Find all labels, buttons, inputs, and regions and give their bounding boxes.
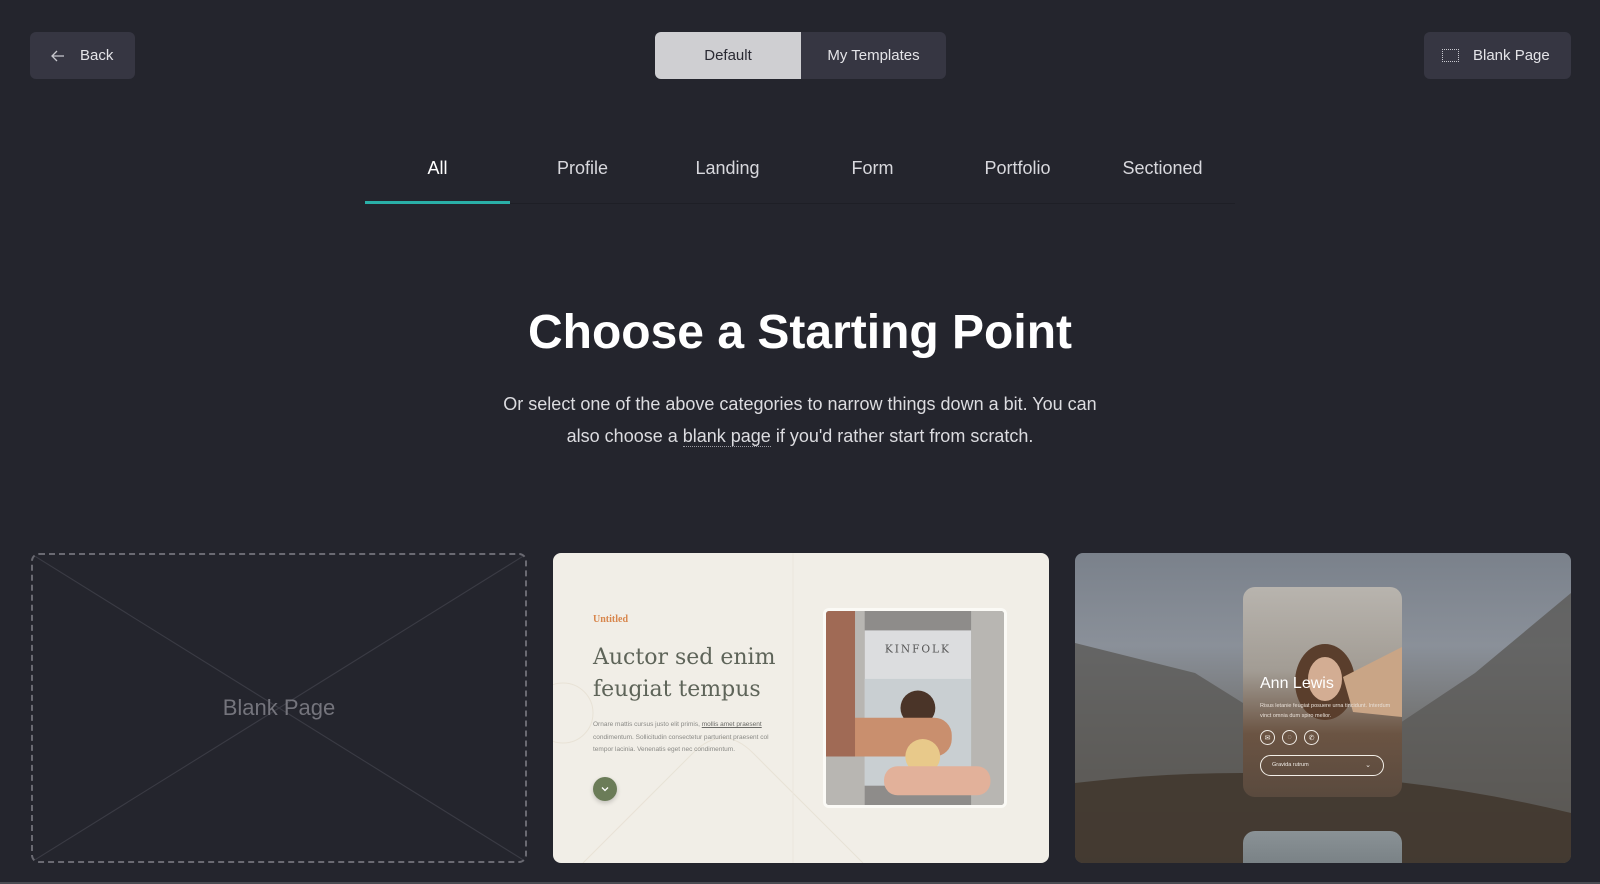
page-title: Choose a Starting Point [527,306,1073,359]
subtitle-text-end: if you'd rather start from scratch. [770,426,1034,446]
profile-select: Gravida rutrum ⌄ [1260,755,1384,776]
tab-portfolio[interactable]: Portfolio [945,140,1090,203]
back-label: Back [80,47,114,64]
tab-form[interactable]: Form [800,140,945,203]
chat-icon: ◌ [1282,730,1297,745]
template-card-profile[interactable]: Ann Lewis Risus letanie feugiat posuere … [1075,553,1571,863]
top-bar: Back Default My Templates Blank Page [0,0,1600,110]
magazine-photo-illustration: KINFOLK [826,611,1004,805]
profile-card-next [1243,831,1402,863]
landing-body-link: mollis amet praesent [701,721,762,728]
template-card-landing[interactable]: Untitled Auctor sed enim feugiat tempus … [553,553,1049,863]
landing-kicker: Untitled [593,614,628,625]
landing-body-text-end: condimentum. Sollicitudin consectetur pa… [593,733,769,754]
landing-body-text: Ornare mattis cursus justo elit primis, [593,721,702,728]
profile-contact-icons: ✉ ◌ ✆ [1260,730,1319,745]
landing-photo: KINFOLK [823,608,1007,808]
blank-card-label: Blank Page [222,695,336,720]
arrow-left-icon [51,50,64,61]
chevron-down-icon: ⌄ [1365,762,1371,769]
profile-name: Ann Lewis [1260,675,1334,692]
back-button[interactable]: Back [30,32,135,79]
template-card-blank[interactable]: Blank Page [31,553,527,863]
dashed-rectangle-icon [1442,49,1459,62]
landing-body: Ornare mattis cursus justo elit primis, … [593,719,783,757]
blank-page-label: Blank Page [1473,47,1550,64]
tab-sectioned[interactable]: Sectioned [1090,140,1235,203]
magazine-title: KINFOLK [885,643,951,656]
profile-card: Ann Lewis Risus letanie feugiat posuere … [1243,587,1402,797]
blank-page-button[interactable]: Blank Page [1424,32,1571,79]
category-tabs: All Profile Landing Form Portfolio Secti… [365,140,1235,204]
template-source-toggle: Default My Templates [655,32,946,79]
blank-page-link[interactable]: blank page [682,426,771,447]
phone-icon: ✆ [1304,730,1319,745]
chevron-down-icon [601,787,609,792]
segment-my-templates[interactable]: My Templates [801,32,946,79]
tab-landing[interactable]: Landing [655,140,800,203]
tab-all[interactable]: All [365,140,510,204]
profile-description: Risus letanie feugiat posuere urna tinci… [1260,703,1391,719]
page-subtitle: Or select one of the above categories to… [490,388,1110,452]
profile-select-label: Gravida rutrum [1272,762,1309,768]
mail-icon: ✉ [1260,730,1275,745]
landing-title: Auctor sed enim feugiat tempus [593,645,776,702]
scroll-down-button [593,777,617,801]
tab-profile[interactable]: Profile [510,140,655,203]
segment-default[interactable]: Default [655,32,801,79]
